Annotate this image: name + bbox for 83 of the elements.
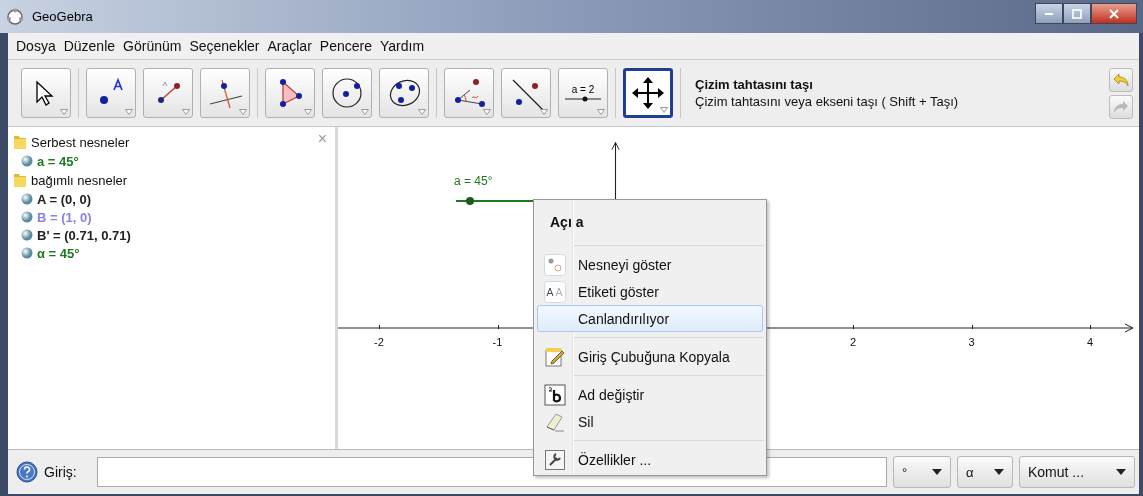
dropdown-triangle-icon (660, 107, 668, 113)
menu-item[interactable]: Araçlar (263, 38, 316, 54)
undo-arrow-icon (1113, 72, 1129, 87)
sphere-icon (21, 193, 33, 205)
menu-item[interactable]: Dosya (12, 38, 60, 54)
slider-icon (565, 96, 601, 102)
close-icon (1109, 8, 1119, 19)
sphere-icon (21, 211, 33, 223)
tool-button[interactable] (501, 68, 551, 118)
dropdown-triangle-icon (125, 109, 133, 115)
sphere-icon (21, 229, 33, 241)
dropdown-triangle-icon (418, 109, 426, 115)
caret-icon (1116, 469, 1126, 475)
menu-item[interactable]: Düzenle (59, 38, 120, 54)
tool-button[interactable] (265, 68, 315, 118)
object-entry[interactable]: α = 45° (37, 245, 80, 261)
dropdown-triangle-icon (540, 109, 548, 115)
app-icon (6, 7, 24, 26)
tool-description: Çizim tahtasını veya ekseni taşı ( Shift + Taşı) (695, 94, 960, 109)
dropdown[interactable]: α (957, 456, 1013, 488)
object-entry[interactable]: B' = (0.71, 0.71) (37, 227, 131, 243)
tool-button[interactable] (444, 68, 494, 118)
menu-item[interactable]: Ad değiştir (537, 381, 763, 408)
show-label-icon (544, 280, 566, 303)
menu-item[interactable]: Canlandırılıyor (537, 305, 763, 332)
dropdown-triangle-icon (304, 109, 312, 115)
folder-icon (13, 172, 27, 188)
sphere-icon (21, 155, 33, 167)
dropdown-triangle-icon (60, 109, 68, 115)
object-entry[interactable]: A = (0, 0) (37, 191, 92, 207)
folder-label[interactable]: bağımlı nesneler (31, 172, 128, 188)
menu-item[interactable]: Giriş Çubuğuna Kopyala (537, 343, 763, 370)
show-object-icon (544, 253, 566, 276)
menu-title: Açı a (549, 213, 585, 232)
dropdown[interactable]: Komut ... (1019, 456, 1135, 488)
rename-icon (544, 383, 566, 406)
redo-arrow-icon (1113, 99, 1129, 114)
folder-icon (13, 134, 27, 150)
menu-item[interactable]: Etiketi göster (537, 278, 763, 305)
dropdown-triangle-icon (483, 109, 491, 115)
dropdown[interactable]: ° (893, 456, 951, 488)
axis-tick-label: 3 (968, 336, 975, 348)
axis-tick-label: -1 (492, 336, 503, 348)
object-entry[interactable]: a = 45° (37, 153, 79, 169)
tool-button[interactable] (379, 68, 429, 118)
slider-thumb[interactable] (466, 197, 475, 205)
slider-label: a = 45° (454, 174, 493, 188)
axis-tick-label: 2 (849, 336, 857, 348)
tool-button[interactable] (623, 68, 673, 118)
axis-tick-label: 4 (1086, 336, 1094, 348)
close-button[interactable] (1091, 3, 1137, 24)
menu-item[interactable]: Özellikler ... (537, 446, 763, 473)
menu-item[interactable]: Pencere (315, 38, 376, 54)
menu-item[interactable]: Görünüm (119, 38, 186, 54)
slider-tool-label: a = 2 (571, 84, 595, 95)
sphere-icon (21, 247, 33, 259)
tool-button[interactable] (322, 68, 372, 118)
menu-item[interactable]: Seçenekler (185, 38, 264, 54)
minimize-icon (1045, 12, 1053, 15)
dropdown-triangle-icon (361, 109, 369, 115)
tool-title: Çizim tahtasını taşı (695, 77, 814, 92)
dropdown-triangle-icon (182, 109, 190, 115)
tool-button[interactable]: a = 2 (558, 68, 608, 118)
tool-button[interactable] (86, 68, 136, 118)
dropdown-triangle-icon (239, 109, 247, 115)
wrench-icon (544, 448, 566, 471)
help-icon (16, 461, 38, 483)
caret-icon (932, 469, 942, 475)
axis-tick-label: -2 (374, 336, 384, 348)
dropdown-triangle-icon (597, 109, 605, 115)
menu-item[interactable]: Nesneyi göster (537, 251, 763, 278)
menu-item[interactable]: Sil (537, 408, 763, 435)
tool-button[interactable] (21, 68, 71, 118)
minimize-button[interactable] (1035, 3, 1063, 24)
undo-button[interactable] (1109, 67, 1133, 92)
caret-icon (994, 469, 1004, 475)
maximize-button[interactable] (1063, 3, 1091, 24)
notepad-pencil-icon (544, 345, 566, 368)
menu-item[interactable]: Yardım (376, 38, 429, 54)
folder-label[interactable]: Serbest nesneler (31, 134, 130, 150)
input-label: Giriş: (44, 464, 77, 480)
maximize-icon (1072, 8, 1082, 19)
window-title: GeoGebra (32, 9, 93, 24)
